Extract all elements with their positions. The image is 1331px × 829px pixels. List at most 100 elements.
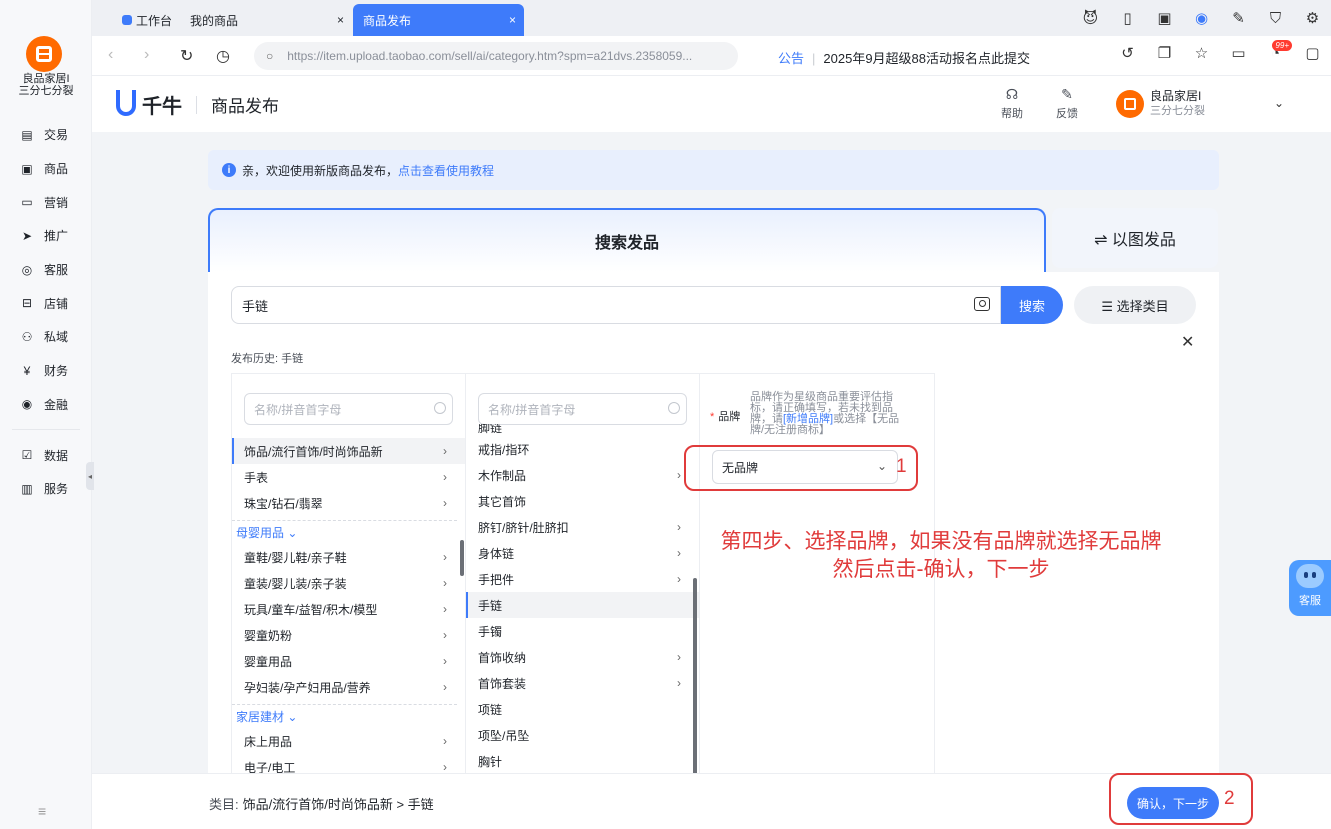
- menu-icon[interactable]: ≡: [38, 803, 46, 819]
- list-item[interactable]: 手链: [466, 592, 699, 618]
- category-filter-input[interactable]: 名称/拼音首字母: [478, 393, 687, 425]
- list-item[interactable]: 童装/婴儿装/亲子装 ›: [232, 570, 465, 596]
- list-item[interactable]: 项链: [466, 696, 699, 722]
- list-item[interactable]: 手把件 ›: [466, 566, 699, 592]
- back-icon[interactable]: ‹: [108, 46, 113, 64]
- help-button[interactable]: ☊ 帮助: [997, 86, 1027, 121]
- list-item[interactable]: 婴童用品 ›: [232, 648, 465, 674]
- user-menu[interactable]: 良品家居I 三分七分裂: [1116, 88, 1205, 119]
- sidebar-item-promotion[interactable]: ➤ 推广: [0, 219, 92, 253]
- list-item[interactable]: 饰品/流行首饰/时尚饰品新 ›: [232, 438, 465, 464]
- list-item[interactable]: 脚链: [466, 424, 699, 436]
- settings-icon[interactable]: ⚙: [1294, 6, 1331, 30]
- sidebar-item-marketing[interactable]: ▭ 营销: [0, 185, 92, 219]
- category-group-header[interactable]: 家居建材 ⌄: [232, 704, 457, 728]
- chevron-down-icon[interactable]: ⌄: [1274, 96, 1284, 110]
- box-icon: ▣: [21, 161, 33, 176]
- sidebar-item-finance[interactable]: ¥ 财务: [0, 354, 92, 388]
- list-item[interactable]: 床上用品 ›: [232, 728, 465, 754]
- sidebar-item-goods[interactable]: ▣ 商品: [0, 152, 92, 186]
- category-filter-input[interactable]: 名称/拼音首字母: [244, 393, 453, 425]
- list-item[interactable]: 孕妇装/孕产妇用品/营养 ›: [232, 674, 465, 700]
- feedback-button[interactable]: ✎ 反馈: [1052, 86, 1082, 121]
- sidebar-item-private[interactable]: ⚇ 私域: [0, 320, 92, 354]
- chevron-right-icon: ›: [677, 468, 681, 482]
- chevron-right-icon: ›: [443, 444, 447, 458]
- tablet-icon[interactable]: ▣: [1146, 6, 1183, 30]
- list-item[interactable]: 手镯: [466, 618, 699, 644]
- edit-icon[interactable]: ✎: [1220, 6, 1257, 30]
- list-item[interactable]: 童鞋/婴儿鞋/亲子鞋 ›: [232, 544, 465, 570]
- url-field[interactable]: ○ https://item.upload.taobao.com/sell/ai/…: [254, 42, 738, 70]
- tab-my-goods[interactable]: 我的商品 ×: [180, 4, 352, 36]
- search-input[interactable]: 手链: [231, 286, 1001, 324]
- shirt-icon[interactable]: ⛉: [1257, 6, 1294, 30]
- forward-icon[interactable]: ›: [144, 46, 149, 64]
- chevron-right-icon: ›: [677, 676, 681, 690]
- yen-icon: ¥: [23, 363, 31, 378]
- close-icon[interactable]: ✕: [1181, 332, 1194, 352]
- list-item[interactable]: 首饰套装 ›: [466, 670, 699, 696]
- close-icon[interactable]: ×: [337, 13, 344, 27]
- phone-icon[interactable]: ▯: [1109, 6, 1146, 30]
- list-item[interactable]: 戒指/指环: [466, 436, 699, 462]
- copy-icon[interactable]: ❐: [1146, 44, 1183, 62]
- camera-icon[interactable]: [974, 297, 990, 311]
- list-item[interactable]: 脐钉/脐针/肚脐扣 ›: [466, 514, 699, 540]
- shop-logo[interactable]: [26, 36, 62, 72]
- search-button[interactable]: 搜索: [1001, 286, 1063, 324]
- chevron-right-icon: ›: [677, 650, 681, 664]
- sidebar-divider: [12, 429, 80, 431]
- sidebar-item-services[interactable]: ▥ 服务: [0, 472, 92, 506]
- address-tools: ↺ ❐ ☆ ▭ ◔ 99+ ▢: [1109, 40, 1331, 62]
- user-subname: 三分七分裂: [1150, 105, 1205, 117]
- list-item[interactable]: 玩具/童车/益智/积木/模型 ›: [232, 596, 465, 622]
- close-icon[interactable]: ×: [509, 13, 516, 27]
- category-group-header[interactable]: 母婴用品 ⌄: [232, 520, 457, 544]
- page-title: 商品发布: [211, 97, 279, 116]
- tab-workbench[interactable]: 工作台: [112, 4, 182, 36]
- notification-badge: 99+: [1272, 40, 1292, 51]
- list-item[interactable]: 身体链 ›: [466, 540, 699, 566]
- sidebar-item-data[interactable]: ☑ 数据: [0, 438, 92, 472]
- tab-publish[interactable]: 商品发布 ×: [353, 4, 524, 36]
- category-list-1: 饰品/流行首饰/时尚饰品新 › 手表 › 珠宝/钻石/翡翠 › 母婴用品 ⌄ 童鞋/婴…: [232, 438, 465, 773]
- chevron-right-icon: ›: [443, 470, 447, 484]
- scrollbar[interactable]: [460, 540, 464, 576]
- sidebar-item-store[interactable]: ⊟ 店铺: [0, 286, 92, 320]
- tab-image-publish[interactable]: ⇌ 以图发品: [1052, 208, 1218, 268]
- star-icon[interactable]: ☆: [1183, 44, 1220, 62]
- mascot-icon[interactable]: 😈: [1072, 6, 1109, 30]
- list-item[interactable]: 婴童奶粉 ›: [232, 622, 465, 648]
- chevron-right-icon: ›: [443, 576, 447, 590]
- list-item[interactable]: 木作制品 ›: [466, 462, 699, 488]
- brand[interactable]: 千牛 商品发布: [116, 89, 279, 119]
- notice-bar[interactable]: 公告 | 2025年9月超级88活动报名点此提交: [778, 48, 1030, 67]
- floating-service-button[interactable]: 客服: [1289, 560, 1331, 616]
- sidebar-item-banking[interactable]: ◉ 金融: [0, 388, 92, 422]
- history-icon[interactable]: ◷: [216, 46, 230, 66]
- list-item[interactable]: 珠宝/钻石/翡翠 ›: [232, 490, 465, 516]
- sidebar-item-trade[interactable]: ▤ 交易: [0, 118, 92, 152]
- sidebar-item-service[interactable]: ◎ 客服: [0, 253, 92, 287]
- chat-icon[interactable]: ▢: [1294, 44, 1331, 62]
- message-icon[interactable]: ◔ 99+: [1257, 40, 1294, 62]
- shop-subname: 三分七分裂: [18, 85, 74, 97]
- list-item[interactable]: 胸针: [466, 748, 699, 773]
- support-icon[interactable]: ◉: [1183, 6, 1220, 30]
- sidebar-collapse-handle[interactable]: ◂: [86, 462, 94, 490]
- scrollbar[interactable]: [693, 578, 697, 773]
- list-item[interactable]: 电子/电工 ›: [232, 754, 465, 773]
- tab-search-publish[interactable]: 搜索发品: [208, 208, 1046, 272]
- refresh-icon[interactable]: ↺: [1109, 44, 1146, 62]
- history-item[interactable]: 手链: [281, 353, 303, 365]
- folder-icon[interactable]: ▭: [1220, 44, 1257, 62]
- reload-icon[interactable]: ↻: [180, 46, 193, 66]
- select-category-button[interactable]: ☰ 选择类目: [1074, 286, 1196, 324]
- list-item[interactable]: 手表 ›: [232, 464, 465, 490]
- list-item[interactable]: 首饰收纳 ›: [466, 644, 699, 670]
- list-item[interactable]: 其它首饰: [466, 488, 699, 514]
- qianniu-logo-icon: [116, 89, 136, 116]
- tutorial-link[interactable]: 点击查看使用教程: [398, 162, 494, 179]
- list-item[interactable]: 项坠/吊坠: [466, 722, 699, 748]
